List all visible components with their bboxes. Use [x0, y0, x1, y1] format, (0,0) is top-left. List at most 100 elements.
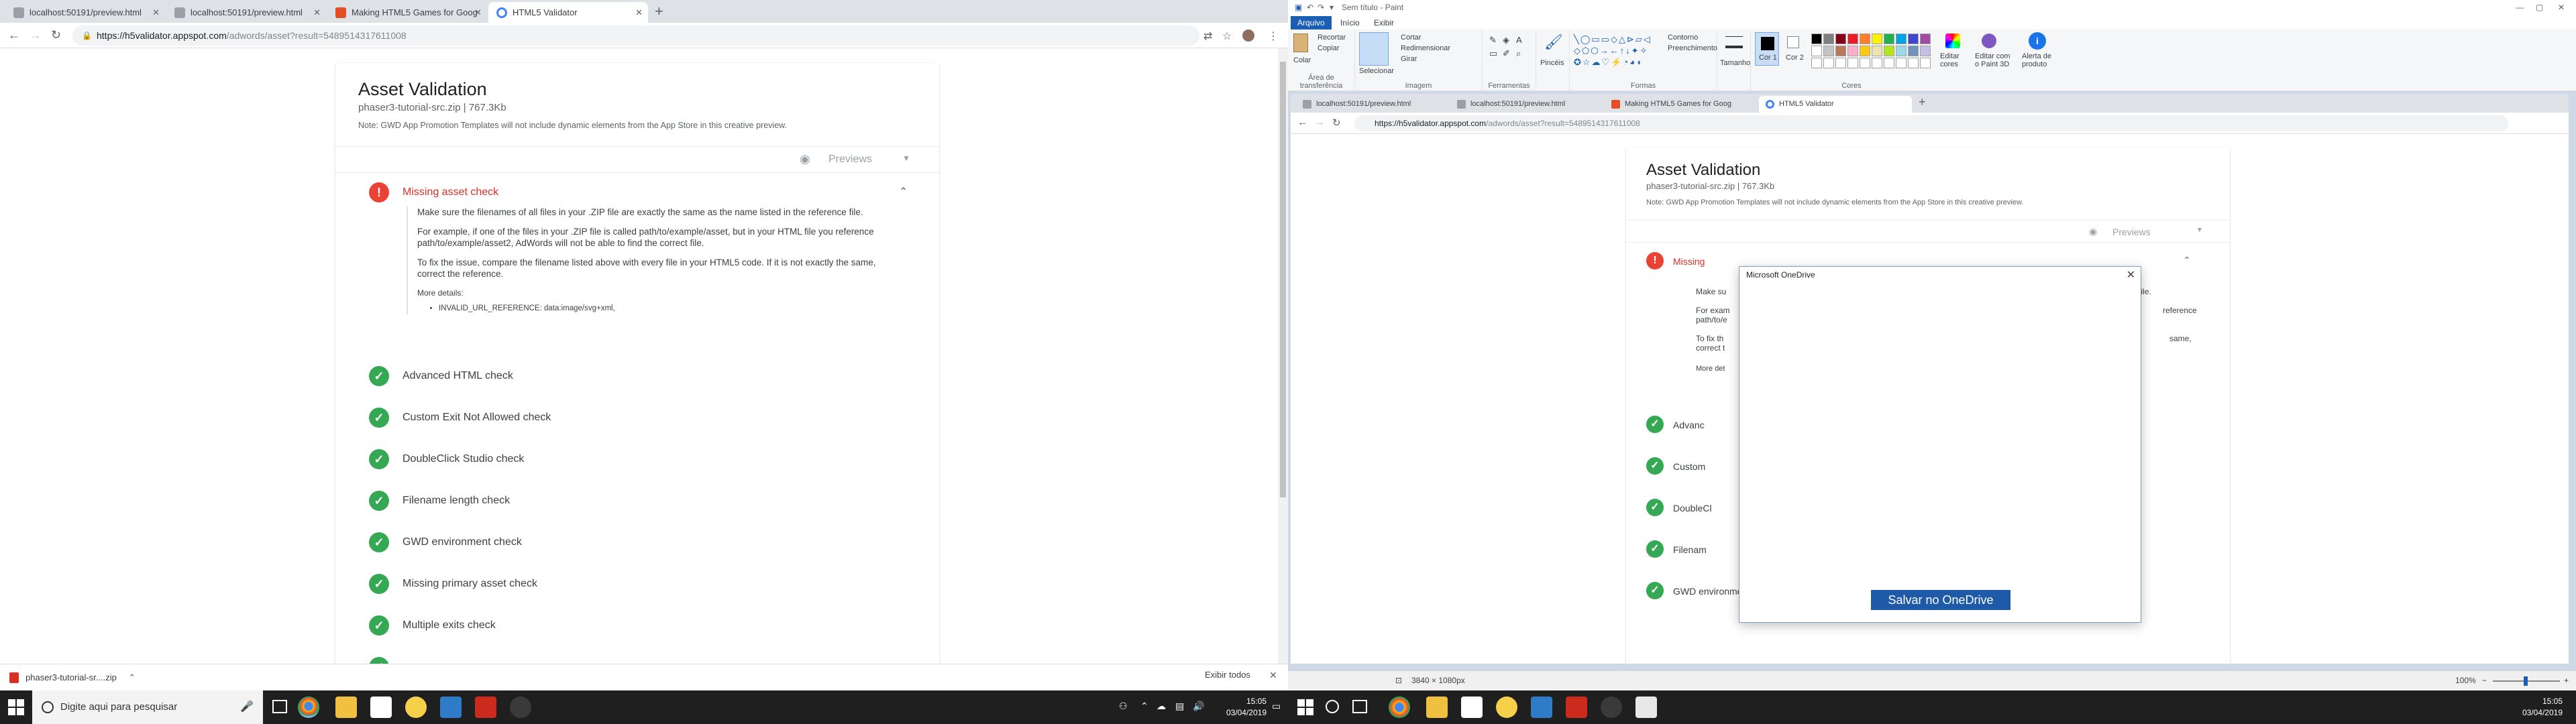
custom-color-slot[interactable] [1847, 58, 1858, 68]
translate-icon[interactable]: ⇄ [1203, 29, 1212, 43]
fill-icon[interactable]: ◈ [1503, 35, 1509, 46]
custom-color-slot[interactable] [1908, 58, 1919, 68]
color2-swatch[interactable] [1787, 36, 1799, 48]
palette-swatch[interactable] [1896, 34, 1907, 44]
close-icon[interactable]: ✕ [152, 2, 160, 23]
close-icon[interactable]: ✕ [635, 2, 643, 23]
zoom-slider[interactable] [2493, 676, 2560, 686]
tab-inicio[interactable]: Início [1334, 16, 1366, 29]
close-icon[interactable]: ✕ [2558, 0, 2565, 15]
previews-dropdown[interactable]: Previews [828, 154, 872, 166]
palette-swatch[interactable] [1847, 34, 1858, 44]
custom-color-slot[interactable] [1872, 58, 1882, 68]
palette-swatch[interactable] [1823, 46, 1834, 56]
custom-color-slot[interactable] [1811, 58, 1822, 68]
address-bar[interactable]: 🔒 https://h5validator.appspot.com/adword… [72, 25, 1199, 46]
check-filename-length[interactable]: ✓ Filename length check [369, 488, 919, 515]
palette-swatch[interactable] [1920, 46, 1931, 56]
photoshop-helper-icon[interactable] [405, 697, 427, 718]
chrome-icon[interactable] [1389, 697, 1410, 718]
paste-button[interactable]: Colar [1293, 56, 1311, 64]
size-button[interactable]: Tamanho [1720, 59, 1750, 67]
forward-icon[interactable]: → [30, 28, 42, 42]
check-custom-exit[interactable]: ✓ Custom Exit Not Allowed check [369, 405, 919, 432]
palette-swatch[interactable] [1835, 46, 1846, 56]
resize-button[interactable]: Redimensionar [1401, 44, 1450, 52]
text-icon[interactable]: A [1516, 35, 1522, 45]
custom-color-slot[interactable] [1920, 58, 1931, 68]
scrollbar-thumb[interactable] [1280, 62, 1286, 497]
palette-swatch[interactable] [1847, 46, 1858, 56]
redo-icon[interactable]: ↷ [1318, 0, 1324, 15]
palette-swatch[interactable] [1860, 46, 1870, 56]
check-doubleclick-studio[interactable]: ✓ DoubleClick Studio check [369, 446, 919, 473]
custom-color-slot[interactable] [1860, 58, 1870, 68]
zoom-in-icon[interactable]: + [2564, 676, 2569, 685]
file-explorer-icon[interactable] [335, 697, 357, 718]
tab-html5-validator[interactable]: HTML5 Validator ✕ [488, 2, 648, 23]
acrobat-icon[interactable] [1566, 697, 1587, 718]
check-multiple-exits[interactable]: ✓ Multiple exits check [369, 613, 919, 640]
acrobat-icon[interactable] [475, 697, 496, 718]
volume-icon[interactable]: 🔊 [1193, 701, 1204, 712]
customize-toolbar-icon[interactable]: ▾ [1330, 0, 1334, 15]
rotate-button[interactable]: Girar [1401, 55, 1417, 63]
select-icon[interactable] [1359, 32, 1389, 66]
taskbar-search[interactable]: Digite aqui para pesquisar 🎤 [32, 690, 263, 724]
pencil-icon[interactable]: ✎ [1489, 35, 1497, 46]
steam-icon[interactable] [1601, 697, 1622, 718]
maximize-icon[interactable]: ▢ [2536, 0, 2543, 15]
download-item[interactable]: phaser3-tutorial-sr....zip ⌃ [9, 670, 136, 685]
custom-color-slot[interactable] [1823, 58, 1834, 68]
info-icon[interactable]: i [2029, 32, 2046, 50]
check-missing-primary-asset[interactable]: ✓ Missing primary asset check [369, 571, 919, 598]
paint-icon[interactable] [1635, 697, 1657, 718]
bookmark-star-icon[interactable]: ☆ [1222, 29, 1232, 43]
network-icon[interactable]: ▤ [1175, 701, 1184, 712]
tab-preview-1[interactable]: localhost:50191/preview.html ✕ [5, 2, 165, 23]
notification-icon[interactable]: ▭ [1272, 701, 1281, 712]
onedrive-icon[interactable]: ☁ [1157, 701, 1166, 712]
paint3d-icon[interactable] [1982, 34, 1996, 48]
edit-colors-button[interactable]: Editar cores [1940, 52, 1971, 68]
edit-colors-icon[interactable] [1945, 34, 1960, 48]
task-view-icon[interactable] [272, 700, 287, 713]
tab-making-html5[interactable]: Making HTML5 Games for Goog ✕ [327, 2, 487, 23]
palette-swatch[interactable] [1811, 34, 1822, 44]
palette-swatch[interactable] [1896, 46, 1907, 56]
cut-button[interactable]: Recortar [1318, 34, 1346, 42]
minimize-icon[interactable]: — [2516, 0, 2524, 15]
check-advanced-html[interactable]: ✓ Advanced HTML check [369, 363, 919, 390]
tab-preview-2[interactable]: localhost:50191/preview.html ✕ [166, 2, 326, 23]
palette-swatch[interactable] [1811, 46, 1822, 56]
vscode-icon[interactable] [1531, 697, 1552, 718]
close-icon[interactable]: ✕ [2127, 268, 2135, 282]
brush-icon[interactable]: 🖌 [1544, 34, 1563, 51]
check-gwd-environment[interactable]: ✓ GWD environment check [369, 530, 919, 556]
reload-icon[interactable]: ↻ [51, 28, 61, 42]
magnifier-icon[interactable]: ⌕ [1516, 48, 1521, 59]
microphone-icon[interactable]: 🎤 [240, 690, 254, 724]
show-all-downloads-button[interactable]: Exibir todos [1205, 670, 1250, 680]
close-icon[interactable]: ✕ [313, 2, 321, 23]
menu-icon[interactable]: ⋮ [1268, 29, 1279, 43]
palette-swatch[interactable] [1872, 46, 1882, 56]
file-explorer-icon[interactable] [1426, 697, 1448, 718]
steam-icon[interactable] [510, 697, 531, 718]
clock[interactable]: 15:05 03/04/2019 [1213, 696, 1267, 719]
fill-dropdown[interactable]: Preenchimento [1668, 44, 1717, 52]
custom-color-slot[interactable] [1896, 58, 1907, 68]
palette-swatch[interactable] [1884, 46, 1894, 56]
palette-swatch[interactable] [1860, 34, 1870, 44]
windows-start-icon[interactable] [8, 699, 24, 715]
size-icon[interactable] [1725, 36, 1743, 48]
store-icon[interactable] [370, 697, 392, 718]
custom-color-slot[interactable] [1884, 58, 1894, 68]
paste-icon[interactable] [1293, 34, 1308, 52]
caret-down-icon[interactable]: ▼ [902, 154, 910, 163]
cortana-icon[interactable] [1326, 700, 1339, 713]
avatar[interactable] [1242, 29, 1254, 42]
task-view-icon[interactable] [1352, 700, 1367, 713]
check-missing-asset[interactable]: ! Missing asset check ⌃ [369, 180, 919, 206]
windows-start-icon[interactable] [1297, 699, 1313, 715]
